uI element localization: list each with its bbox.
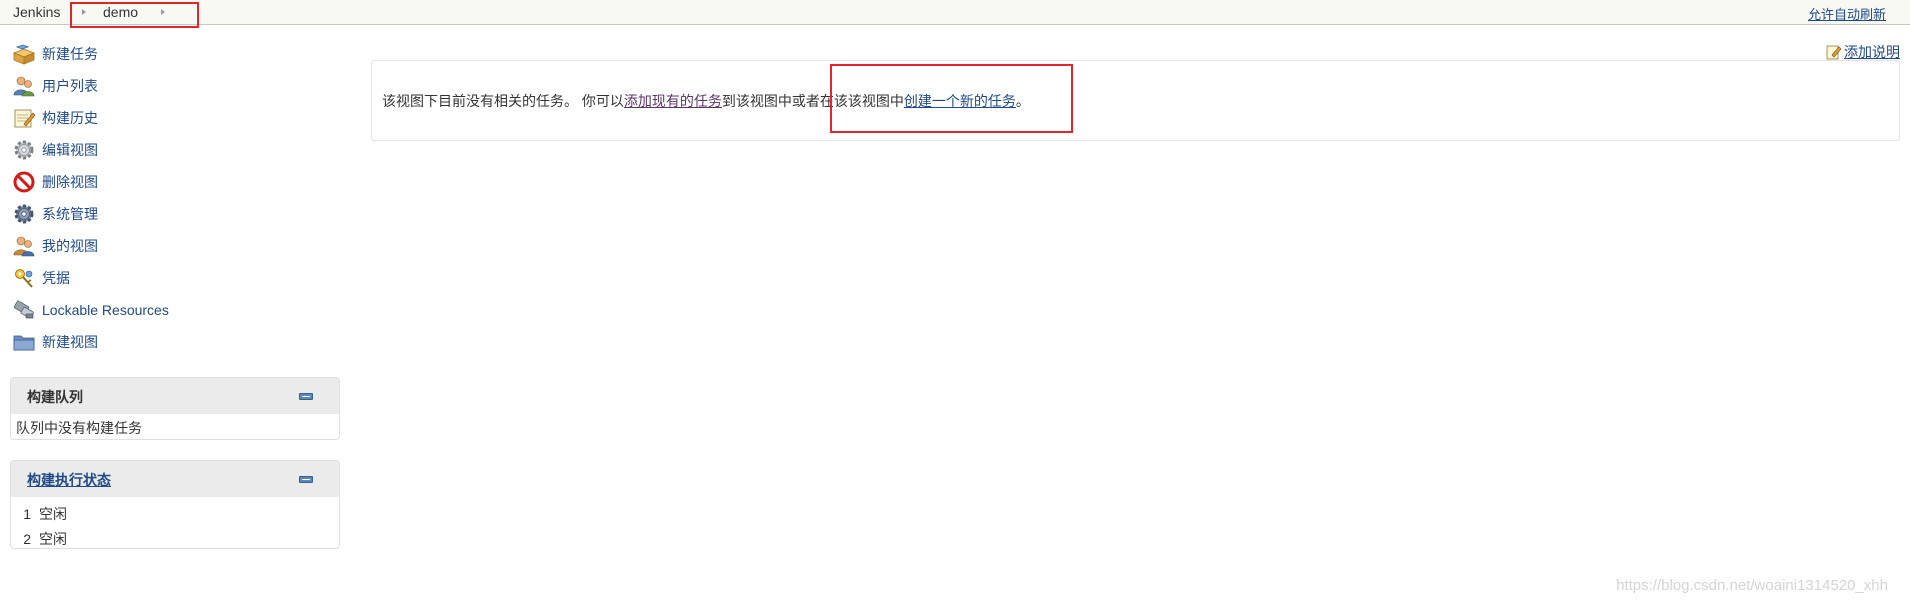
task-label: 新建任务 (42, 46, 98, 62)
message-suffix: 。 (1015, 93, 1030, 109)
breadcrumb-arrow-icon[interactable] (82, 9, 86, 15)
message-prefix: 该视图下目前没有相关的任务。 你可以 (382, 93, 624, 109)
folder-icon (13, 335, 35, 351)
task-label: 新建视图 (42, 334, 98, 350)
task-manage-jenkins[interactable]: 系统管理 (12, 201, 98, 227)
task-my-views[interactable]: 我的视图 (12, 233, 98, 259)
user-views-icon (13, 236, 35, 257)
task-edit-view[interactable]: 编辑视图 (12, 137, 98, 163)
usb-lock-icon (13, 300, 34, 319)
add-description-link[interactable]: 添加说明 (1826, 42, 1900, 62)
build-queue-header: 构建队列 (11, 378, 339, 414)
executor-status-pane: 构建执行状态 1 空闲 2 空闲 (10, 460, 340, 549)
breadcrumb-jenkins[interactable]: Jenkins (13, 4, 60, 20)
no-entry-icon (13, 171, 35, 193)
task-delete-view[interactable]: 删除视图 (12, 169, 98, 195)
empty-view-message: 该视图下目前没有相关的任务。 你可以添加现有的任务到该视图中或者在该该视图中创建… (382, 91, 1030, 111)
task-lockable-resources[interactable]: Lockable Resources (12, 297, 169, 323)
task-label: Lockable Resources (42, 302, 169, 318)
collapse-icon[interactable] (299, 393, 313, 400)
executor-row: 1 空闲 (11, 501, 339, 526)
build-queue-title: 构建队列 (27, 389, 83, 405)
executor-row: 2 空闲 (11, 526, 339, 548)
create-new-job-link[interactable]: 创建一个新的任务 (904, 93, 1016, 109)
task-new-view[interactable]: 新建视图 (12, 329, 98, 355)
task-label: 系统管理 (42, 206, 98, 222)
task-label: 凭据 (42, 270, 70, 286)
gear-icon (14, 140, 34, 160)
task-label: 我的视图 (42, 238, 98, 254)
task-credentials[interactable]: 凭据 (12, 265, 70, 291)
credentials-icon (15, 269, 33, 288)
add-existing-job-link[interactable]: 添加现有的任务 (624, 93, 722, 109)
watermark: https://blog.csdn.net/woaini1314520_xhh (1616, 577, 1888, 594)
executor-status-title[interactable]: 构建执行状态 (27, 470, 111, 490)
new-package-icon (12, 44, 36, 65)
breadcrumb-bar: Jenkins demo 允许自动刷新 (0, 0, 1910, 25)
executor-status-header: 构建执行状态 (11, 461, 339, 497)
executor-state: 空闲 (39, 530, 67, 547)
build-queue-empty-text: 队列中没有构建任务 (16, 420, 142, 436)
executor-number: 1 (23, 505, 31, 522)
task-label: 编辑视图 (42, 142, 98, 158)
users-icon (13, 76, 35, 97)
executor-number: 2 (23, 530, 31, 547)
auto-refresh-link[interactable]: 允许自动刷新 (1808, 4, 1886, 23)
edit-note-icon (1826, 45, 1842, 60)
task-people[interactable]: 用户列表 (12, 73, 98, 99)
add-description-label: 添加说明 (1844, 44, 1900, 60)
message-middle: 到该视图中或者在该该视图中 (721, 93, 904, 109)
breadcrumb-arrow-icon[interactable] (161, 9, 165, 15)
build-queue-pane: 构建队列 队列中没有构建任务 (10, 377, 340, 440)
task-label: 用户列表 (42, 78, 98, 94)
task-build-history[interactable]: 构建历史 (12, 105, 98, 131)
task-label: 构建历史 (42, 110, 98, 126)
collapse-icon[interactable] (299, 476, 313, 483)
task-new-item[interactable]: 新建任务 (12, 41, 98, 67)
executor-list: 1 空闲 2 空闲 (11, 497, 339, 548)
task-label: 删除视图 (42, 174, 98, 190)
gear-icon (14, 204, 34, 224)
empty-view-message-box: 该视图下目前没有相关的任务。 你可以添加现有的任务到该视图中或者在该该视图中创建… (371, 60, 1900, 141)
breadcrumb-demo[interactable]: demo (103, 4, 138, 20)
executor-state: 空闲 (39, 505, 67, 522)
notepad-icon (14, 109, 36, 128)
